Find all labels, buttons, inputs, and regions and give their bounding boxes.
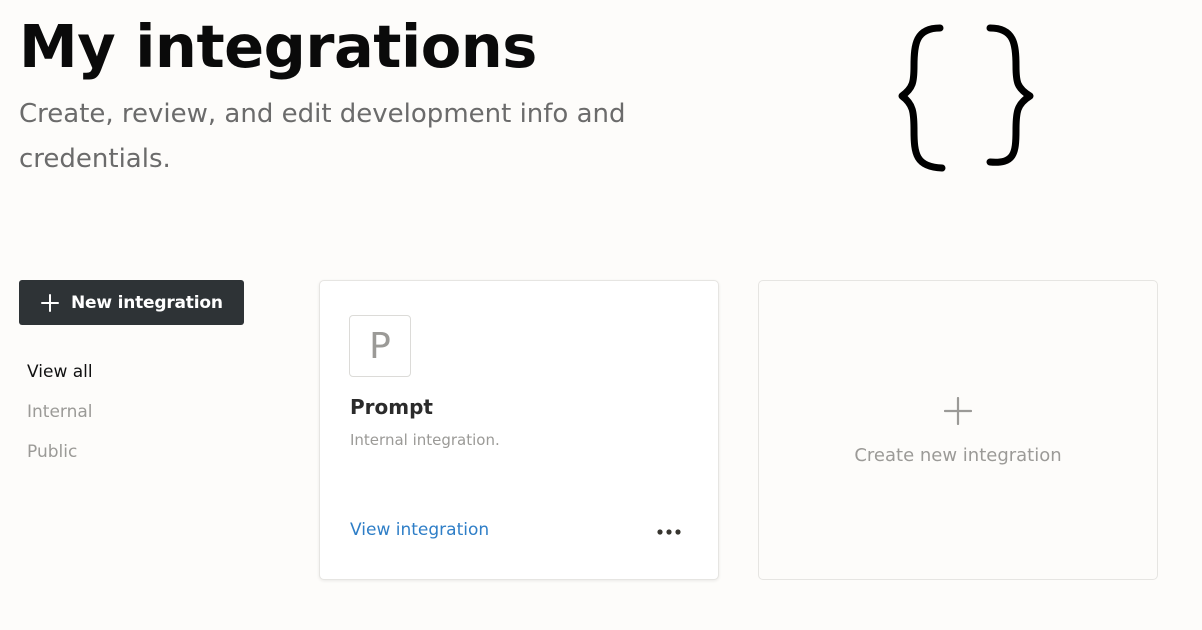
page-subtitle: Create, review, and edit development inf… xyxy=(19,99,626,174)
filter-view-all[interactable]: View all xyxy=(27,360,93,400)
create-integration-label: Create new integration xyxy=(854,445,1062,466)
curly-braces-icon xyxy=(898,24,1034,172)
filter-list: View all Internal Public xyxy=(27,360,93,480)
filter-internal[interactable]: Internal xyxy=(27,400,93,440)
page-title: My integrations xyxy=(19,12,537,81)
filter-public[interactable]: Public xyxy=(27,440,93,480)
integration-name: Prompt xyxy=(350,395,433,419)
create-integration-card[interactable]: Create new integration xyxy=(758,280,1158,580)
more-horizontal-icon xyxy=(657,529,681,535)
new-integration-button[interactable]: New integration xyxy=(19,280,244,325)
integration-avatar: P xyxy=(349,315,411,377)
integration-description: Internal integration. xyxy=(350,431,500,449)
plus-icon xyxy=(944,397,972,425)
more-options-button[interactable] xyxy=(652,519,686,545)
plus-icon xyxy=(41,293,59,312)
new-integration-label: New integration xyxy=(71,292,223,313)
view-integration-link[interactable]: View integration xyxy=(350,520,489,540)
integration-card: P Prompt Internal integration. View inte… xyxy=(319,280,719,580)
